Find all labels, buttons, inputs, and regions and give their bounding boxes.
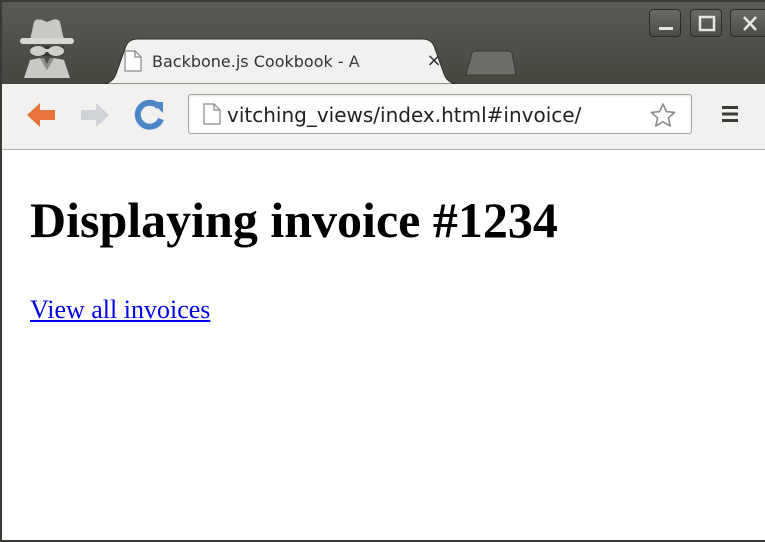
close-icon <box>743 16 757 31</box>
page-icon <box>203 103 221 125</box>
star-icon[interactable] <box>649 102 677 128</box>
arrow-left-icon <box>27 103 55 127</box>
page-heading: Displaying invoice #1234 <box>30 192 558 248</box>
incognito-icon <box>16 16 78 80</box>
hamburger-menu-icon <box>722 106 738 122</box>
minimize-button[interactable] <box>649 9 681 37</box>
tab-close-icon[interactable]: × <box>424 49 444 73</box>
tab-strip: Backbone.js Cookbook - A × <box>2 2 765 84</box>
arrow-right-icon <box>81 103 109 127</box>
maximize-icon <box>698 15 716 32</box>
maximize-button[interactable] <box>690 9 722 37</box>
browser-toolbar: vitching_views/index.html#invoice/ <box>2 84 765 150</box>
tab-active[interactable]: Backbone.js Cookbook - A × <box>102 38 472 84</box>
browser-window: Backbone.js Cookbook - A × vitching_view… <box>0 0 765 542</box>
address-bar[interactable]: vitching_views/index.html#invoice/ <box>188 94 692 134</box>
tab-title-fade <box>352 50 400 74</box>
minimize-icon <box>659 27 673 30</box>
reload-button[interactable] <box>132 98 166 132</box>
close-window-button[interactable] <box>730 9 765 37</box>
back-button[interactable] <box>24 98 58 132</box>
new-tab-button[interactable] <box>464 50 518 76</box>
page-content: Displaying invoice #1234 View all invoic… <box>2 150 765 540</box>
menu-button[interactable] <box>716 100 744 128</box>
page-favicon-icon <box>124 50 142 72</box>
url-text[interactable]: vitching_views/index.html#invoice/ <box>227 101 645 129</box>
reload-icon <box>134 99 164 130</box>
view-all-invoices-link[interactable]: View all invoices <box>30 294 210 326</box>
url-value: vitching_views/index.html#invoice/ <box>227 103 582 127</box>
forward-button[interactable] <box>78 98 112 132</box>
